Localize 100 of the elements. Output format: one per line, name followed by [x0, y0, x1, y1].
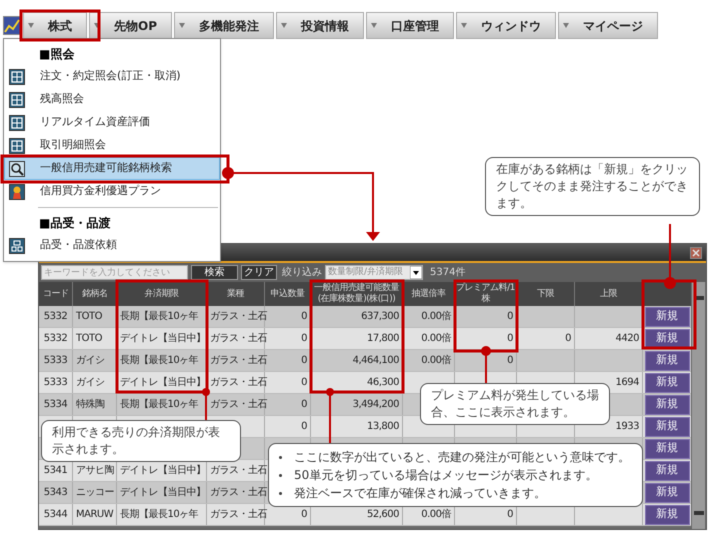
table-cell-text: 0.00倍 [421, 354, 451, 368]
new-order-button[interactable]: 新規 [644, 482, 690, 502]
table-cell-text: 1933 [616, 420, 639, 434]
new-order-button[interactable]: 新規 [644, 306, 690, 326]
menu-tab[interactable]: 先物OP [89, 12, 172, 39]
new-order-button[interactable]: 新規 [644, 504, 690, 524]
table-cell-text: 3,494,200 [352, 398, 399, 412]
new-order-button[interactable]: 新規 [644, 438, 690, 458]
menu-tab[interactable]: 投資情報 [276, 12, 364, 39]
bullet-icon [279, 492, 282, 494]
table-cell-text: 5333 [44, 354, 68, 368]
table-cell-text: ガラス・土石 [210, 376, 267, 390]
menu-item[interactable]: 一般信用売建可能銘柄検索 [4, 157, 220, 180]
table-cell-text: デイトレ【当日中】 [120, 464, 206, 478]
new-order-button[interactable]: 新規 [644, 328, 690, 348]
callout-text: 50単元を切っている場合はメッセージが表示されます。 [294, 467, 598, 484]
table-cell-text: 5343 [44, 486, 68, 500]
table-cell-text: 4420 [616, 332, 639, 346]
grid-icon [9, 238, 25, 254]
table-cell-text: ガラス・土石 [210, 354, 267, 368]
menu-tab[interactable]: ウィンドウ [456, 12, 556, 39]
table-cell-text: 特殊陶 [76, 398, 104, 412]
callout-text: ここに数字が出ていると、売建の発注が可能という意味です。 [294, 449, 630, 466]
table-cell-text: MARUW [76, 508, 114, 522]
table-cell-text: 0 [507, 310, 513, 324]
menu-item[interactable]: 信用買方金利優遇プラン [4, 180, 220, 203]
section-header: ■照会 [38, 46, 76, 63]
tile-icon [9, 68, 25, 84]
menu-item[interactable]: 注文・約定照会(訂正・取消) [4, 65, 220, 88]
table-cell-text: 4,464,100 [352, 354, 399, 368]
menu-item[interactable]: 取引明細照会 [4, 134, 220, 157]
callout-text: 発注ベースで在庫が確保され減っていきます。 [294, 485, 546, 502]
caret-icon [281, 23, 287, 28]
table-cell-text: 52,600 [367, 508, 399, 522]
table-cell-text: デイトレ【当日中】 [120, 486, 206, 500]
menu-tab[interactable]: 多機能発注 [174, 12, 274, 39]
close-icon[interactable] [690, 246, 702, 258]
table-cell-text: 46,300 [367, 376, 399, 390]
table-cell-text: 0.00倍 [421, 332, 451, 346]
caret-icon [461, 23, 467, 28]
table-cell-text: 0.00倍 [421, 508, 451, 522]
highlight-frame [642, 280, 696, 350]
table-cell-text: 0 [301, 420, 307, 434]
leader-line [326, 388, 334, 443]
table-cell-text: デイトレ【当日中】 [120, 376, 206, 390]
table-cell-text: 5332 [44, 310, 68, 324]
table-cell-text: 0 [301, 376, 307, 390]
new-order-button[interactable]: 新規 [644, 460, 690, 480]
callout-text: プレミアム料が発生している場合、ここに表示されます。 [420, 383, 610, 425]
bullet-icon [279, 456, 282, 458]
table-cell-text: ガイシ [76, 376, 104, 390]
filter-label: 絞り込み [282, 266, 322, 280]
table-cell-text: 13,800 [367, 420, 399, 434]
search-field[interactable]: キーワードを入力してください [41, 265, 188, 280]
new-order-button[interactable]: 新規 [644, 416, 690, 436]
table-cell-text: ガラス・土石 [210, 398, 267, 412]
menu-item[interactable]: リアルタイム資産評価 [4, 111, 220, 134]
caret-icon [94, 23, 100, 28]
table-cell-text: 5332 [44, 332, 68, 346]
table-cell-text: 5344 [44, 508, 68, 522]
callout-text: 利用できる売りの弁済期限が表示されます。 [41, 420, 241, 462]
table-cell-text: 長期【最長10ヶ年 [120, 398, 198, 412]
leader-line [664, 224, 676, 289]
table-cell-text: 0.00倍 [421, 310, 451, 324]
table-cell-text: 17,800 [367, 332, 399, 346]
menu-tab[interactable]: 株式 [23, 12, 87, 39]
menu-item[interactable]: 品受・品渡依頼 [4, 234, 220, 257]
table-cell-text: 長期【最長10ヶ年 [120, 354, 198, 368]
table-cell-text: デイトレ【当日中】 [120, 332, 206, 346]
menu-tab[interactable]: 口座管理 [366, 12, 454, 39]
new-order-button[interactable]: 新規 [644, 394, 690, 414]
table-cell-text: 0 [301, 354, 307, 368]
table-cell-text: TOTO [76, 310, 102, 324]
table-cell-text: アサヒ陶 [76, 464, 114, 478]
table-cell-text: 0 [507, 332, 513, 346]
leader-line [202, 388, 210, 420]
table-cell-text: 長期【最長10ヶ年 [120, 508, 198, 522]
bullet-icon [279, 474, 282, 476]
table-cell-text: 長期【最長10ヶ年 [120, 310, 198, 324]
table-cell-text: 1694 [616, 376, 639, 390]
table-cell-text: TOTO [76, 332, 102, 346]
table-cell-text: 0 [301, 332, 307, 346]
award-icon [9, 184, 25, 200]
leader-line [481, 346, 491, 383]
caret-icon [563, 23, 569, 28]
tile-icon [9, 114, 25, 130]
caret-icon [28, 23, 34, 28]
new-order-button[interactable]: 新規 [644, 372, 690, 392]
table-cell-text: 637,300 [361, 310, 399, 324]
clear-button[interactable]: クリア [241, 265, 277, 280]
menu-tab[interactable]: マイページ [558, 12, 658, 39]
caret-icon [179, 23, 185, 28]
table-cell-text: 5334 [44, 398, 68, 412]
table-cell-text: 0 [301, 508, 307, 522]
table-cell-text: 5341 [44, 464, 68, 478]
table-cell-text: ガラス・土石 [210, 486, 267, 500]
menu-item[interactable]: 残高照会 [4, 88, 220, 111]
table-cell-text: ガイシ [76, 354, 104, 368]
search-button[interactable]: 検索 [191, 265, 238, 280]
new-order-button[interactable]: 新規 [644, 350, 690, 370]
